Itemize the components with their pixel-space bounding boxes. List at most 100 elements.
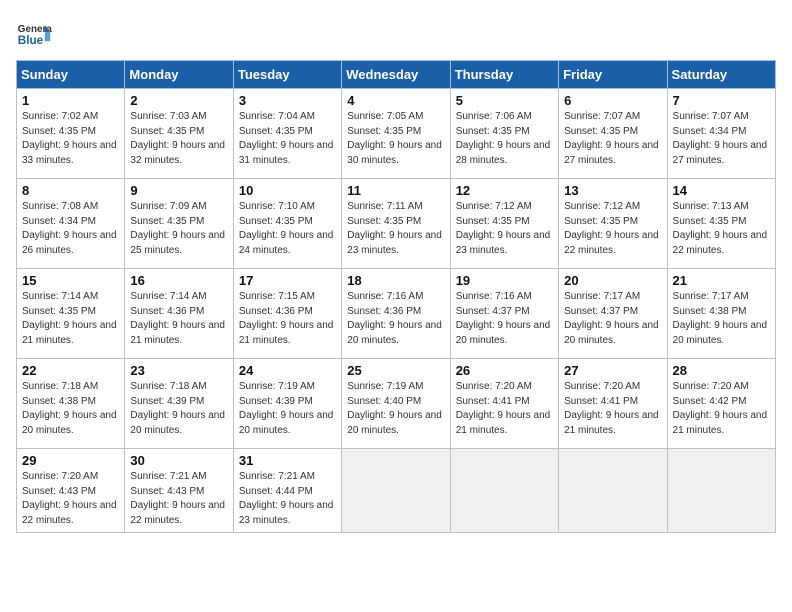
calendar: SundayMondayTuesdayWednesdayThursdayFrid… <box>16 60 776 533</box>
calendar-cell: 9 Sunrise: 7:09 AMSunset: 4:35 PMDaylight… <box>125 179 233 269</box>
day-info: Sunrise: 7:16 AMSunset: 4:37 PMDaylight:… <box>456 290 553 348</box>
column-header-tuesday: Tuesday <box>233 61 341 89</box>
day-number: 16 <box>130 273 227 288</box>
column-header-thursday: Thursday <box>450 61 558 89</box>
calendar-cell: 10 Sunrise: 7:10 AMSunset: 4:35 PMDayligh… <box>233 179 341 269</box>
calendar-cell <box>450 449 558 533</box>
calendar-cell: 12 Sunrise: 7:12 AMSunset: 4:35 PMDayligh… <box>450 179 558 269</box>
calendar-cell: 25 Sunrise: 7:19 AMSunset: 4:40 PMDayligh… <box>342 359 450 449</box>
day-info: Sunrise: 7:20 AMSunset: 4:43 PMDaylight:… <box>22 470 119 528</box>
calendar-cell: 30 Sunrise: 7:21 AMSunset: 4:43 PMDayligh… <box>125 449 233 533</box>
day-info: Sunrise: 7:14 AMSunset: 4:35 PMDaylight:… <box>22 290 119 348</box>
day-number: 3 <box>239 93 336 108</box>
calendar-cell: 24 Sunrise: 7:19 AMSunset: 4:39 PMDayligh… <box>233 359 341 449</box>
day-info: Sunrise: 7:06 AMSunset: 4:35 PMDaylight:… <box>456 110 553 168</box>
day-info: Sunrise: 7:18 AMSunset: 4:39 PMDaylight:… <box>130 380 227 438</box>
day-info: Sunrise: 7:19 AMSunset: 4:39 PMDaylight:… <box>239 380 336 438</box>
day-info: Sunrise: 7:21 AMSunset: 4:43 PMDaylight:… <box>130 470 227 528</box>
calendar-cell <box>559 449 667 533</box>
day-number: 31 <box>239 453 336 468</box>
day-number: 2 <box>130 93 227 108</box>
day-info: Sunrise: 7:17 AMSunset: 4:38 PMDaylight:… <box>673 290 770 348</box>
day-number: 11 <box>347 183 444 198</box>
day-info: Sunrise: 7:18 AMSunset: 4:38 PMDaylight:… <box>22 380 119 438</box>
calendar-cell: 27 Sunrise: 7:20 AMSunset: 4:41 PMDayligh… <box>559 359 667 449</box>
day-number: 30 <box>130 453 227 468</box>
day-info: Sunrise: 7:19 AMSunset: 4:40 PMDaylight:… <box>347 380 444 438</box>
day-info: Sunrise: 7:07 AMSunset: 4:35 PMDaylight:… <box>564 110 661 168</box>
day-number: 12 <box>456 183 553 198</box>
day-info: Sunrise: 7:20 AMSunset: 4:41 PMDaylight:… <box>456 380 553 438</box>
column-header-saturday: Saturday <box>667 61 775 89</box>
calendar-cell: 22Sunrise: 7:18 AMSunset: 4:38 PMDayligh… <box>17 359 125 449</box>
calendar-cell: 4 Sunrise: 7:05 AMSunset: 4:35 PMDaylight… <box>342 89 450 179</box>
day-info: Sunrise: 7:02 AMSunset: 4:35 PMDaylight:… <box>22 110 119 168</box>
day-number: 9 <box>130 183 227 198</box>
day-info: Sunrise: 7:03 AMSunset: 4:35 PMDaylight:… <box>130 110 227 168</box>
calendar-cell: 11 Sunrise: 7:11 AMSunset: 4:35 PMDayligh… <box>342 179 450 269</box>
day-info: Sunrise: 7:20 AMSunset: 4:41 PMDaylight:… <box>564 380 661 438</box>
day-info: Sunrise: 7:05 AMSunset: 4:35 PMDaylight:… <box>347 110 444 168</box>
calendar-cell: 23 Sunrise: 7:18 AMSunset: 4:39 PMDayligh… <box>125 359 233 449</box>
day-number: 17 <box>239 273 336 288</box>
calendar-cell: 17 Sunrise: 7:15 AMSunset: 4:36 PMDayligh… <box>233 269 341 359</box>
day-info: Sunrise: 7:20 AMSunset: 4:42 PMDaylight:… <box>673 380 770 438</box>
calendar-cell: 20 Sunrise: 7:17 AMSunset: 4:37 PMDayligh… <box>559 269 667 359</box>
calendar-cell <box>342 449 450 533</box>
calendar-cell: 31 Sunrise: 7:21 AMSunset: 4:44 PMDayligh… <box>233 449 341 533</box>
calendar-cell: 16 Sunrise: 7:14 AMSunset: 4:36 PMDayligh… <box>125 269 233 359</box>
day-number: 23 <box>130 363 227 378</box>
calendar-cell: 15 Sunrise: 7:14 AMSunset: 4:35 PMDayligh… <box>17 269 125 359</box>
day-info: Sunrise: 7:11 AMSunset: 4:35 PMDaylight:… <box>347 200 444 258</box>
calendar-cell: 18 Sunrise: 7:16 AMSunset: 4:36 PMDayligh… <box>342 269 450 359</box>
calendar-cell: 1 Sunrise: 7:02 AMSunset: 4:35 PMDaylight… <box>17 89 125 179</box>
calendar-cell: 3 Sunrise: 7:04 AMSunset: 4:35 PMDaylight… <box>233 89 341 179</box>
day-number: 27 <box>564 363 661 378</box>
day-info: Sunrise: 7:09 AMSunset: 4:35 PMDaylight:… <box>130 200 227 258</box>
day-info: Sunrise: 7:12 AMSunset: 4:35 PMDaylight:… <box>456 200 553 258</box>
day-number: 24 <box>239 363 336 378</box>
day-info: Sunrise: 7:04 AMSunset: 4:35 PMDaylight:… <box>239 110 336 168</box>
day-number: 8 <box>22 183 119 198</box>
day-info: Sunrise: 7:10 AMSunset: 4:35 PMDaylight:… <box>239 200 336 258</box>
day-info: Sunrise: 7:17 AMSunset: 4:37 PMDaylight:… <box>564 290 661 348</box>
day-info: Sunrise: 7:07 AMSunset: 4:34 PMDaylight:… <box>673 110 770 168</box>
day-number: 10 <box>239 183 336 198</box>
day-number: 13 <box>564 183 661 198</box>
day-number: 18 <box>347 273 444 288</box>
day-number: 26 <box>456 363 553 378</box>
day-info: Sunrise: 7:14 AMSunset: 4:36 PMDaylight:… <box>130 290 227 348</box>
calendar-cell: 13 Sunrise: 7:12 AMSunset: 4:35 PMDayligh… <box>559 179 667 269</box>
day-number: 25 <box>347 363 444 378</box>
day-number: 4 <box>347 93 444 108</box>
day-number: 7 <box>673 93 770 108</box>
column-header-friday: Friday <box>559 61 667 89</box>
logo: General Blue <box>16 16 56 52</box>
calendar-cell: 2 Sunrise: 7:03 AMSunset: 4:35 PMDaylight… <box>125 89 233 179</box>
day-number: 29 <box>22 453 119 468</box>
day-number: 15 <box>22 273 119 288</box>
day-info: Sunrise: 7:08 AMSunset: 4:34 PMDaylight:… <box>22 200 119 258</box>
column-header-sunday: Sunday <box>17 61 125 89</box>
day-number: 14 <box>673 183 770 198</box>
day-number: 28 <box>673 363 770 378</box>
calendar-cell: 21 Sunrise: 7:17 AMSunset: 4:38 PMDayligh… <box>667 269 775 359</box>
calendar-cell: 19Sunrise: 7:16 AMSunset: 4:37 PMDayligh… <box>450 269 558 359</box>
day-number: 20 <box>564 273 661 288</box>
calendar-cell <box>667 449 775 533</box>
calendar-cell: 7 Sunrise: 7:07 AMSunset: 4:34 PMDaylight… <box>667 89 775 179</box>
calendar-cell: 8 Sunrise: 7:08 AMSunset: 4:34 PMDaylight… <box>17 179 125 269</box>
svg-text:Blue: Blue <box>18 34 44 47</box>
day-info: Sunrise: 7:16 AMSunset: 4:36 PMDaylight:… <box>347 290 444 348</box>
day-number: 21 <box>673 273 770 288</box>
day-info: Sunrise: 7:12 AMSunset: 4:35 PMDaylight:… <box>564 200 661 258</box>
logo-icon: General Blue <box>16 16 52 52</box>
calendar-cell: 29 Sunrise: 7:20 AMSunset: 4:43 PMDayligh… <box>17 449 125 533</box>
calendar-cell: 28 Sunrise: 7:20 AMSunset: 4:42 PMDayligh… <box>667 359 775 449</box>
day-info: Sunrise: 7:15 AMSunset: 4:36 PMDaylight:… <box>239 290 336 348</box>
day-number: 5 <box>456 93 553 108</box>
calendar-cell: 14Sunrise: 7:13 AMSunset: 4:35 PMDayligh… <box>667 179 775 269</box>
day-number: 1 <box>22 93 119 108</box>
calendar-cell: 6Sunrise: 7:07 AMSunset: 4:35 PMDaylight… <box>559 89 667 179</box>
day-info: Sunrise: 7:21 AMSunset: 4:44 PMDaylight:… <box>239 470 336 528</box>
